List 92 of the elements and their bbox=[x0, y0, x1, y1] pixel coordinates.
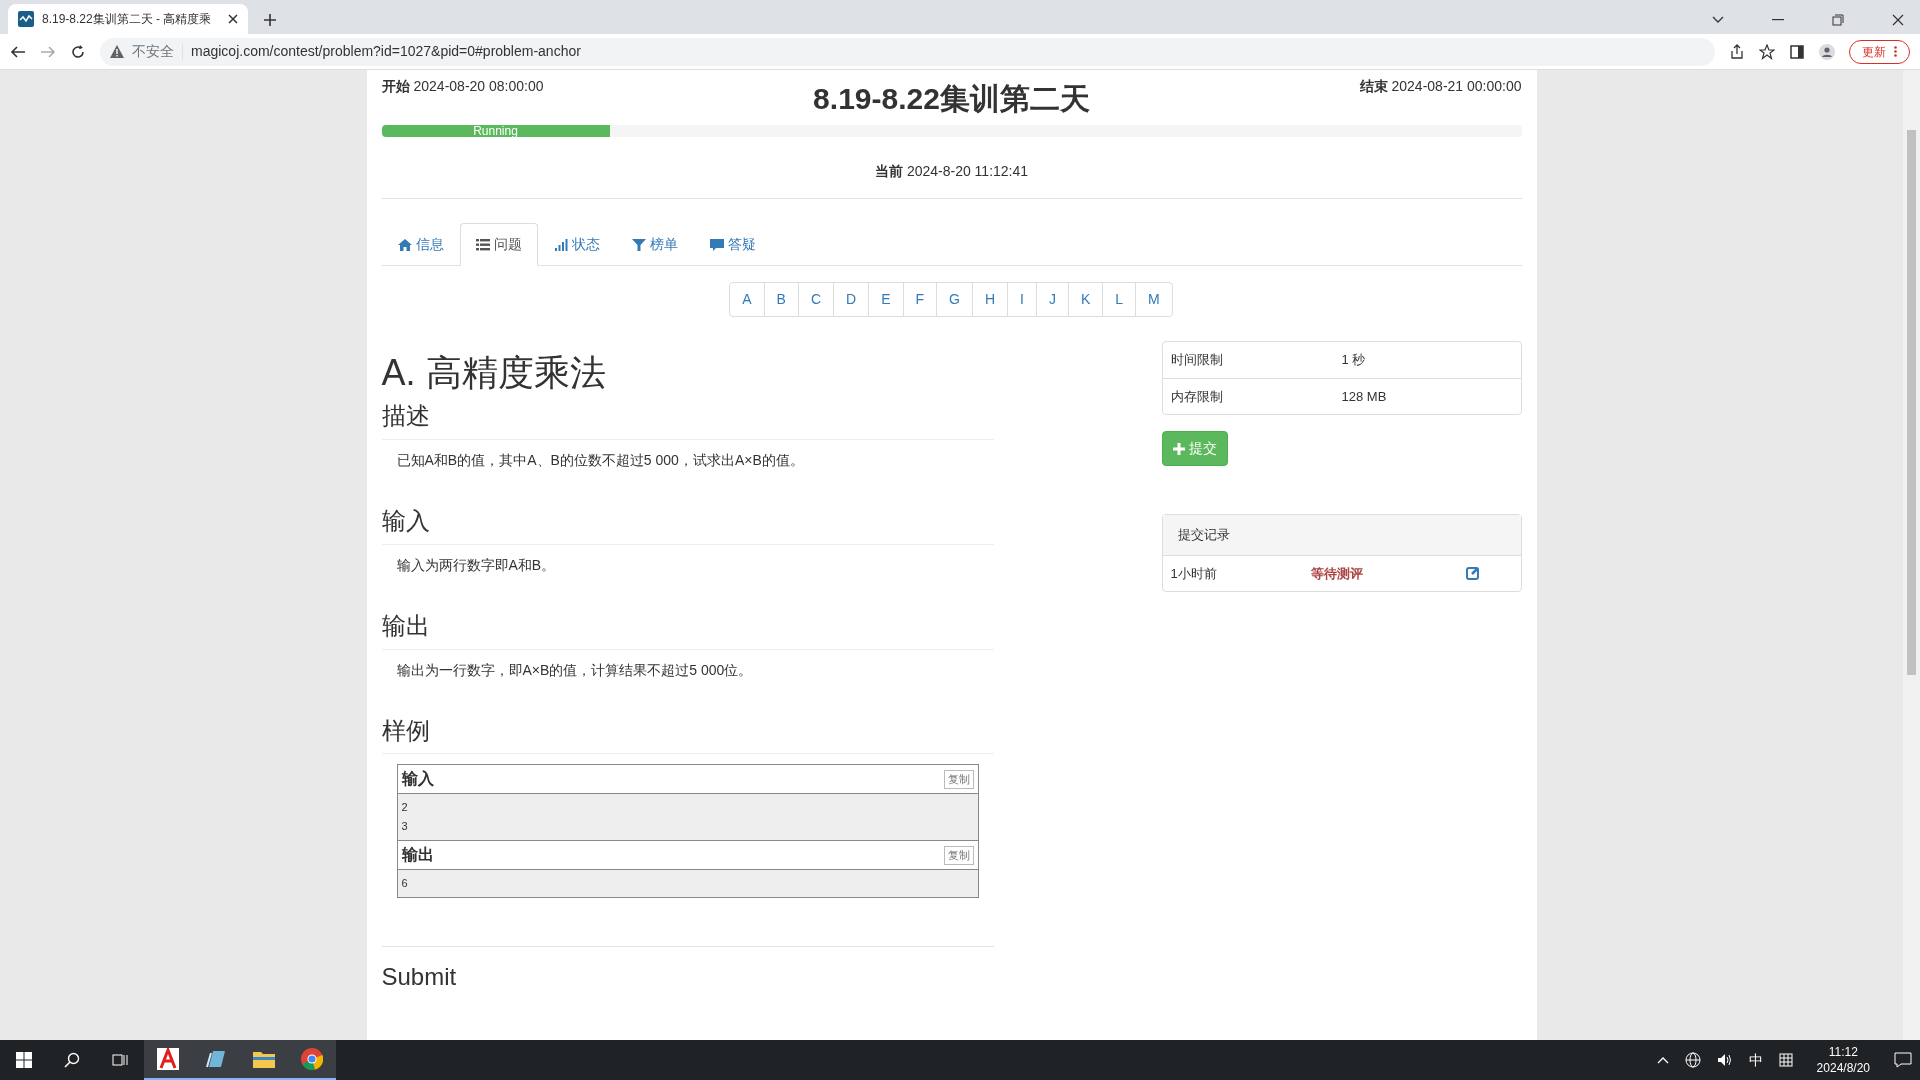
ime-indicator[interactable]: 中 bbox=[1748, 1049, 1763, 1071]
records-heading: 提交记录 bbox=[1162, 515, 1521, 556]
sample-line: 2 bbox=[401, 800, 409, 816]
copy-button[interactable]: 复制 bbox=[943, 770, 974, 789]
comment-icon bbox=[709, 237, 724, 252]
tab-title: 8.19-8.22集训第二天 - 高精度乘 bbox=[42, 11, 213, 28]
section-heading: 描述 bbox=[381, 402, 994, 440]
limit-value: 1 秒 bbox=[1341, 351, 1367, 369]
current-time: 2024-8-20 11:12:41 bbox=[906, 162, 1029, 181]
submit-button[interactable]: 提交 bbox=[1161, 431, 1228, 466]
section-heading: 样例 bbox=[381, 716, 994, 755]
profile-icon[interactable] bbox=[1819, 43, 1835, 60]
warning-icon bbox=[110, 45, 124, 58]
nav-tab[interactable]: 问题 bbox=[459, 223, 538, 266]
new-tab-icon[interactable] bbox=[264, 14, 276, 26]
start-label: 开始 bbox=[381, 77, 410, 96]
scrollbar[interactable] bbox=[1903, 70, 1920, 1040]
share-icon[interactable] bbox=[1729, 43, 1745, 60]
home-icon bbox=[397, 237, 412, 252]
browser-tab[interactable]: 8.19-8.22集训第二天 - 高精度乘 bbox=[8, 4, 248, 34]
end-time: 2024-08-21 00:00:00 bbox=[1391, 77, 1522, 96]
nav-tab[interactable]: 答疑 bbox=[693, 223, 772, 266]
submit-heading: Submit bbox=[381, 963, 458, 993]
section-text: 输出为一行数字，即A×B的值，计算结果不超过5 000位。 bbox=[395, 660, 754, 680]
nav-tab[interactable]: 状态 bbox=[537, 223, 616, 266]
bar-chart-icon bbox=[553, 237, 568, 252]
nav-tab[interactable]: 榜单 bbox=[615, 223, 694, 266]
letter-a-app-icon[interactable] bbox=[157, 1048, 179, 1070]
sample-line: 6 bbox=[401, 876, 409, 892]
limit-label: 时间限制 bbox=[1170, 351, 1224, 369]
folder-icon[interactable] bbox=[253, 1050, 275, 1068]
reload-icon[interactable] bbox=[70, 43, 86, 60]
keyboard-grid-icon[interactable] bbox=[1778, 1053, 1793, 1067]
sample-label: 输出 bbox=[401, 845, 434, 866]
clock[interactable]: 11:12 2024/8/20 bbox=[1808, 1044, 1878, 1076]
section-text: 输入为两行数字即A和B。 bbox=[395, 555, 557, 575]
close-icon[interactable] bbox=[1892, 14, 1904, 26]
start-time: 2024-08-20 08:00:00 bbox=[413, 77, 544, 96]
update-button[interactable]: 更新 bbox=[1849, 39, 1910, 64]
globe-icon[interactable] bbox=[1684, 1052, 1701, 1068]
progress-bar: Running bbox=[381, 125, 610, 137]
section-heading: 输出 bbox=[381, 611, 994, 650]
filter-icon bbox=[631, 237, 646, 252]
notepad-app-icon[interactable] bbox=[205, 1049, 227, 1069]
speaker-icon[interactable] bbox=[1716, 1053, 1733, 1067]
problem-letter-link[interactable]: B bbox=[763, 282, 799, 317]
chevron-up-icon[interactable] bbox=[1656, 1056, 1669, 1064]
problem-letter-link[interactable]: G bbox=[936, 282, 973, 317]
copy-button[interactable]: 复制 bbox=[943, 846, 974, 865]
list-icon bbox=[475, 237, 490, 252]
problem-letter-link[interactable]: K bbox=[1067, 282, 1104, 317]
problem-letter-link[interactable]: D bbox=[833, 282, 870, 317]
record-time: 1小时前 bbox=[1170, 564, 1218, 583]
problem-letter-link[interactable]: E bbox=[868, 282, 904, 317]
more-icon bbox=[1894, 46, 1897, 57]
site-icon bbox=[18, 11, 34, 27]
problem-letter-link[interactable]: M bbox=[1135, 282, 1173, 317]
section-heading: 输入 bbox=[381, 507, 994, 545]
clock-date: 2024/8/20 bbox=[1816, 1060, 1870, 1076]
problem-letter-link[interactable]: A bbox=[729, 282, 765, 317]
close-icon[interactable] bbox=[228, 14, 238, 24]
edit-icon[interactable] bbox=[1465, 566, 1480, 581]
url-text: magicoj.com/contest/problem?id=1027&pid=0#problem-anchor bbox=[191, 42, 581, 61]
record-status: 等待测评 bbox=[1310, 564, 1364, 583]
sample-label: 输入 bbox=[401, 769, 434, 790]
current-label: 当前 bbox=[874, 162, 903, 181]
problem-letter-link[interactable]: J bbox=[1035, 282, 1069, 317]
chrome-icon[interactable] bbox=[301, 1048, 323, 1070]
sample-line: 3 bbox=[401, 819, 409, 835]
task-view-icon[interactable] bbox=[112, 1052, 128, 1068]
problem-letter-link[interactable]: I bbox=[1007, 282, 1037, 317]
section-text: 已知A和B的值，其中A、B的位数不超过5 000，试求出A×B的值。 bbox=[395, 451, 805, 470]
limit-label: 内存限制 bbox=[1170, 387, 1224, 406]
chevron-down-icon[interactable] bbox=[1712, 16, 1724, 24]
security-label: 不安全 bbox=[132, 42, 174, 61]
restore-icon[interactable] bbox=[1832, 14, 1844, 26]
side-panel-icon[interactable] bbox=[1789, 43, 1805, 60]
search-icon[interactable] bbox=[64, 1052, 80, 1068]
clock-time: 11:12 bbox=[1827, 1044, 1859, 1060]
minimize-icon[interactable] bbox=[1772, 19, 1784, 21]
problem-letter-link[interactable]: L bbox=[1102, 282, 1137, 317]
windows-start-icon[interactable] bbox=[16, 1052, 32, 1068]
end-label: 结束 bbox=[1359, 77, 1388, 96]
plus-icon bbox=[1172, 442, 1185, 455]
contest-title: 8.19-8.22集训第二天 bbox=[813, 81, 1090, 117]
back-icon[interactable] bbox=[10, 43, 26, 60]
address-bar[interactable]: 不安全 magicoj.com/contest/problem?id=1027&pid=0#problem-anchor bbox=[100, 37, 1715, 66]
limit-value: 128 MB bbox=[1341, 387, 1388, 406]
problem-title: A. 高精度乘法 bbox=[381, 351, 607, 395]
nav-tab[interactable]: 信息 bbox=[381, 223, 460, 266]
notification-icon[interactable] bbox=[1894, 1052, 1912, 1068]
star-icon[interactable] bbox=[1759, 43, 1775, 60]
